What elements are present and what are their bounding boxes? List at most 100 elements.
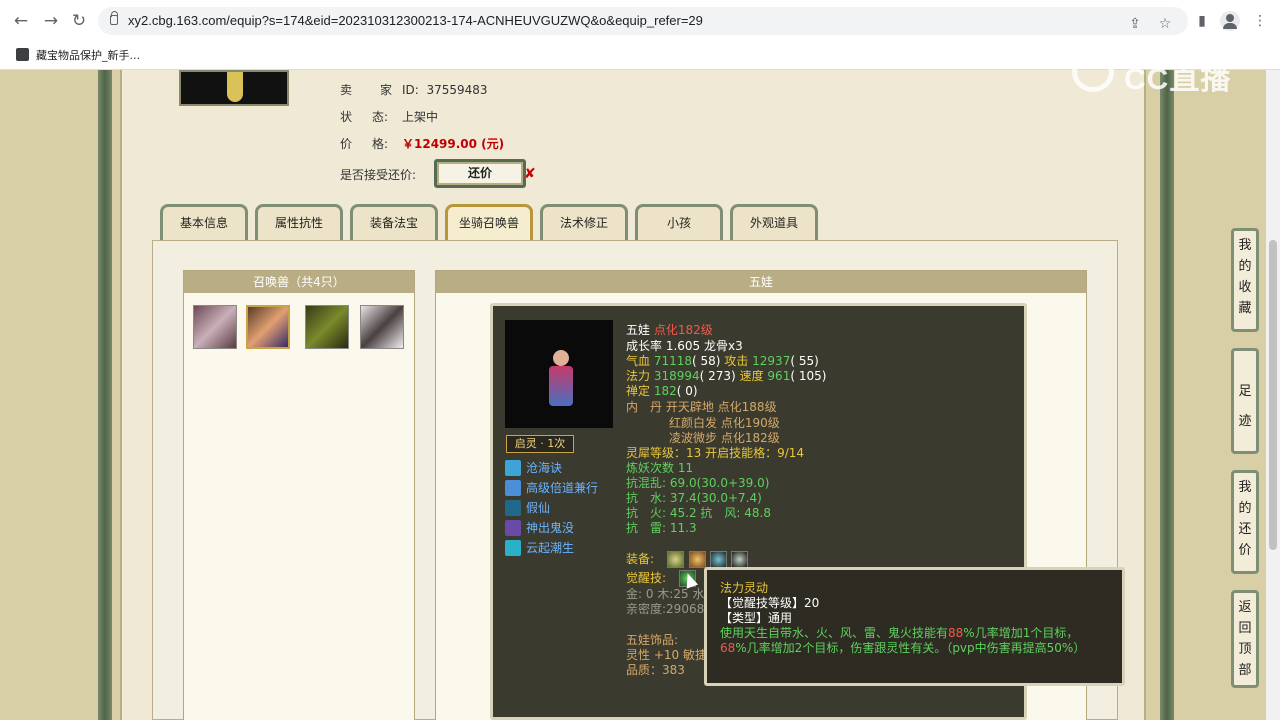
equip-icon-1[interactable] [667, 551, 684, 568]
neidan-1: 开天辟地 点化188级 [665, 400, 777, 414]
pet-icon-1[interactable] [193, 305, 237, 349]
equip-icon-3[interactable] [710, 551, 727, 568]
pet-icon-2[interactable] [246, 305, 290, 349]
neidan-2: 红颜白发 点化190级 [669, 416, 780, 430]
back-icon[interactable]: ← [10, 10, 32, 32]
back-to-top-button[interactable]: 返回顶部 [1231, 590, 1259, 688]
hp-label: 气血 [626, 354, 651, 368]
resist-4: 抗 雷: 11.3 [626, 521, 697, 535]
ding-extra: ( 0) [676, 384, 698, 398]
spd-value: 961 [767, 369, 791, 383]
desc-text: %几率增加2个目标，伤害跟灵性有关。（pvp中伤害再提高50%） [735, 641, 1086, 655]
skill-icon [505, 540, 521, 556]
pet-name-line: 五娃 点化182级 [626, 323, 713, 338]
character-thumbnail [179, 70, 289, 106]
left-frame [98, 70, 112, 720]
status-label-a: 状 [340, 110, 353, 124]
watermark-logo-icon [1072, 52, 1114, 92]
my-bargains-button[interactable]: 我的还价 [1231, 470, 1259, 574]
pet-icon-3[interactable] [305, 305, 349, 349]
profile-avatar[interactable] [1220, 11, 1240, 31]
scrollbar-thumb[interactable] [1269, 240, 1277, 550]
footprint-button[interactable]: 足迹 [1231, 348, 1259, 454]
tab-equipment[interactable]: 装备法宝 [350, 204, 438, 240]
pet-portrait [505, 320, 613, 428]
pet-name: 五娃 [626, 323, 651, 337]
qiling-badge: 启灵 · 1次 [506, 435, 574, 453]
desc-text: %几率增加1个目标， [963, 626, 1079, 640]
awaken-tooltip: 法力灵动 【觉醒技等级】20 【类型】通用 使用天生自带水、火、风、雷、鬼火技能… [704, 567, 1125, 686]
neidan-line: 内 丹 开天辟地 点化188级 [626, 400, 777, 415]
spd-label: 速度 [739, 369, 764, 383]
mp-extra: ( 273) [699, 369, 736, 383]
right-frame [1160, 70, 1174, 720]
pet-icon-4[interactable] [360, 305, 404, 349]
resist-1: 抗混乱: 69.0(30.0+39.0) [626, 476, 770, 490]
page-scrollbar[interactable] [1266, 70, 1280, 720]
price-row: 价 格: ￥12499.00 (元) [340, 135, 504, 152]
seller-row: 卖 家 ID: 37559483 [340, 81, 488, 98]
hp-extra: ( 58) [692, 354, 721, 368]
equip-icon-2[interactable] [689, 551, 706, 568]
ding-line: 禅定 182( 0) [626, 384, 698, 399]
pet-figure [549, 350, 573, 406]
seller-id: 37559483 [426, 83, 488, 97]
tab-mounts-pets[interactable]: 坐骑召唤兽 [445, 204, 533, 240]
mp-value: 318994 [653, 369, 700, 383]
tab-child[interactable]: 小孩 [635, 204, 723, 240]
bookmark-item[interactable]: 藏宝物品保护_新手... [36, 47, 140, 63]
lock-icon [110, 11, 118, 25]
awaken-label: 觉醒技: [626, 571, 667, 585]
tooltip-desc-1: 使用天生自带水、火、风、雷、鬼火技能有88%几率增加1个目标， [720, 626, 1078, 641]
quality-line: 品质：383 [626, 663, 685, 677]
hp-value: 71118 [653, 354, 693, 368]
desc-num: 88 [948, 626, 964, 640]
equip-label: 装备: [626, 552, 655, 566]
tooltip-level: 【觉醒技等级】20 [720, 596, 820, 610]
ding-label: 禅定 [626, 384, 651, 398]
skill-name: 高级倍道兼行 [526, 481, 599, 495]
tab-attributes[interactable]: 属性抗性 [255, 204, 343, 240]
watermark-text: CC直播 [1124, 63, 1232, 96]
sidebar-icon[interactable]: ▮ [1192, 11, 1212, 31]
share-icon[interactable]: ⇪ [1126, 15, 1144, 33]
lianyao-line: 炼妖次数 11 [626, 461, 694, 475]
seller-label: 卖 家 [340, 83, 401, 97]
price-value: ￥12499.00 (元) [402, 137, 505, 151]
tab-spell-mods[interactable]: 法术修正 [540, 204, 628, 240]
url-text[interactable]: xy2.cbg.163.com/equip?s=174&eid=20231031… [128, 13, 703, 28]
reload-icon[interactable]: ↻ [68, 10, 90, 32]
accessory-label: 五娃饰品: [626, 633, 679, 647]
browser-toolbar: ← → ↻ xy2.cbg.163.com/equip?s=174&eid=20… [0, 0, 1280, 42]
pet-list: 召唤兽（共4只） [183, 270, 415, 720]
forward-icon[interactable]: → [40, 10, 62, 32]
desc-num: 68 [720, 641, 736, 655]
hp-atk-line: 气血 71118( 58) 攻击 12937( 55) [626, 354, 819, 369]
star-icon[interactable]: ☆ [1156, 15, 1174, 33]
skill-name: 假仙 [526, 501, 551, 515]
price-label-a: 价 [340, 137, 353, 151]
bargain-button[interactable]: 还价 [434, 159, 526, 188]
resist-3: 抗 火: 45.2 抗 风: 48.8 [626, 506, 771, 520]
cc-live-watermark: CC直播 [1072, 50, 1242, 96]
elements-line: 金: 0 木:25 水 [626, 587, 705, 601]
atk-value: 12937 [752, 354, 791, 368]
skill-icon [505, 520, 521, 536]
status-value: 上架中 [402, 110, 439, 124]
intimacy-line: 亲密度:29068 [626, 602, 705, 616]
equip-icon-4[interactable] [731, 551, 748, 568]
tab-appearance[interactable]: 外观道具 [730, 204, 818, 240]
skill-name: 神出鬼没 [526, 521, 575, 535]
atk-label: 攻击 [724, 354, 749, 368]
neidan-3: 凌波微步 点化182级 [669, 431, 780, 445]
neidan-label: 内 丹 [626, 400, 663, 414]
skill-name: 云起潮生 [526, 541, 575, 555]
menu-icon[interactable]: ⋮ [1250, 11, 1270, 31]
bargain-disabled-icon: ✘ [524, 166, 536, 182]
address-bar[interactable]: xy2.cbg.163.com/equip?s=174&eid=20231031… [98, 7, 1188, 35]
mp-spd-line: 法力 318994( 273) 速度 961( 105) [626, 369, 826, 384]
pet-list-title: 召唤兽（共4只） [184, 271, 414, 293]
skill-icon [505, 460, 521, 476]
tab-basic-info[interactable]: 基本信息 [160, 204, 248, 240]
my-favorites-button[interactable]: 我的收藏 [1231, 228, 1259, 332]
